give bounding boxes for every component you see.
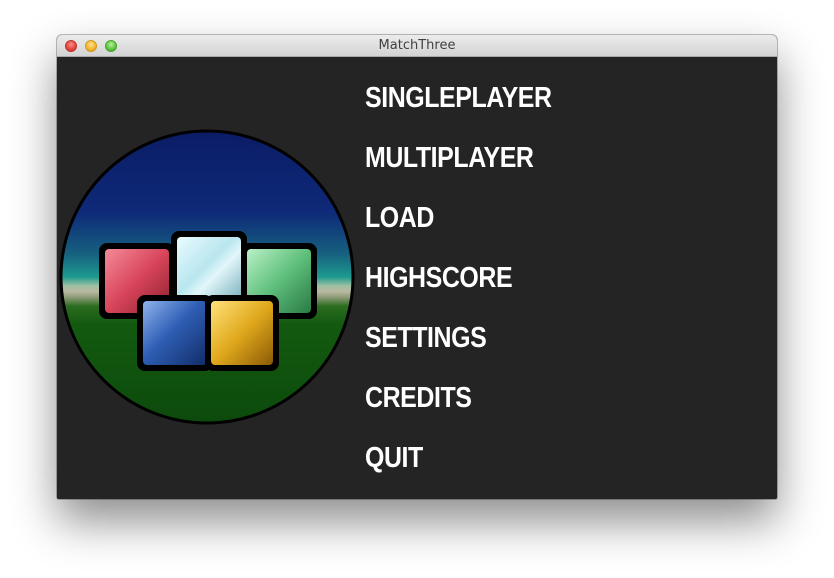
menu-item-load[interactable]: LOAD [365,198,434,238]
menu-item-settings[interactable]: SETTINGS [365,318,487,358]
menu-item-credits[interactable]: CREDITS [365,378,472,418]
game-main-menu: SINGLEPLAYER MULTIPLAYER LOAD HIGHSCORE … [57,57,777,499]
app-window: MatchThree SINGLEPLAYER MULTIPLAYER LOAD… [57,35,777,499]
menu-item-multiplayer[interactable]: MULTIPLAYER [365,138,534,178]
menu-item-quit[interactable]: QUIT [365,438,423,478]
menu-item-singleplayer[interactable]: SINGLEPLAYER [365,78,552,118]
gem-tile-yellow-icon [205,295,279,371]
title-bar[interactable]: MatchThree [57,35,777,57]
main-menu: SINGLEPLAYER MULTIPLAYER LOAD HIGHSCORE … [365,57,665,499]
menu-item-highscore[interactable]: HIGHSCORE [365,258,513,298]
game-logo [59,129,355,425]
gem-tile-blue-icon [137,295,213,371]
window-title: MatchThree [378,38,456,53]
